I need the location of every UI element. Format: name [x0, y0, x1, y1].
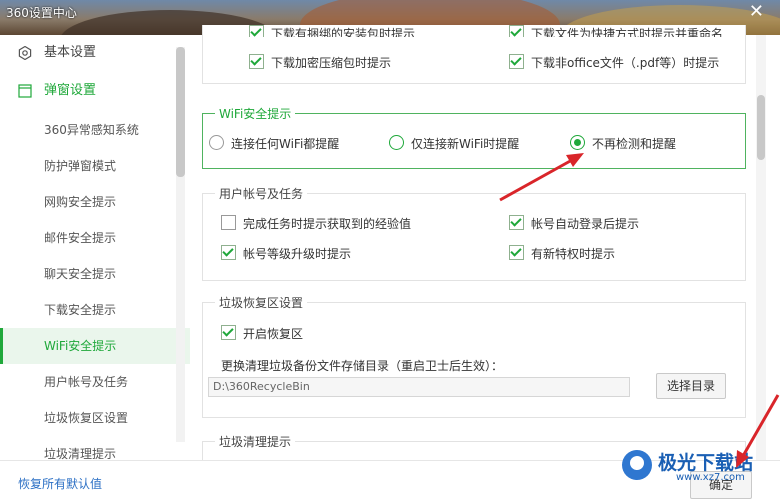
- gear-icon: [18, 46, 32, 60]
- main-scrollbar[interactable]: [756, 35, 766, 460]
- section-title: WiFi安全提示: [215, 105, 296, 122]
- sidebar-item-shopping-security[interactable]: 网购安全提示: [0, 184, 220, 220]
- sidebar-item-label: 聊天安全提示: [44, 267, 117, 281]
- sidebar-item-label: 垃圾清理提示: [44, 447, 117, 460]
- radio-circle[interactable]: [389, 135, 404, 150]
- sidebar-item-label: WiFi安全提示: [44, 339, 117, 353]
- watermark-logo-icon: [622, 450, 652, 480]
- watermark: 极光下载站 www.xz7.com: [618, 446, 778, 486]
- settings-panel: 下载有捆绑的安装包时提示 下载文件为快捷方式时提示并重命名 下载加密压缩包时提示…: [190, 25, 780, 473]
- checkbox-box[interactable]: [249, 54, 264, 69]
- checkbox-label: 有新特权时提示: [531, 247, 616, 261]
- sidebar-scrollbar[interactable]: [176, 47, 185, 442]
- checkbox-box[interactable]: [221, 325, 236, 340]
- sidebar-item-basic-settings[interactable]: 基本设置: [0, 35, 220, 71]
- sidebar-item-label: 垃圾恢复区设置: [44, 411, 129, 425]
- checkbox-box[interactable]: [509, 25, 524, 37]
- sidebar-item-cleanup-tips[interactable]: 垃圾清理提示: [0, 436, 220, 460]
- radio-no-detect[interactable]: 不再检测和提醒: [570, 135, 676, 152]
- checkbox-bundled-installer[interactable]: 下载有捆绑的安装包时提示: [249, 25, 415, 37]
- radio-label: 连接任何WiFi都提醒: [231, 137, 340, 151]
- checkbox-shortcut-rename[interactable]: 下载文件为快捷方式时提示并重命名: [509, 25, 723, 37]
- checkbox-enable-recycle[interactable]: 开启恢复区: [221, 325, 303, 342]
- watermark-url: www.xz7.com: [676, 472, 745, 483]
- checkbox-box[interactable]: [509, 245, 524, 260]
- checkbox-label: 开启恢复区: [243, 327, 304, 341]
- sidebar-item-mail-security[interactable]: 邮件安全提示: [0, 220, 220, 256]
- radio-circle[interactable]: [209, 135, 224, 150]
- window-title: 360设置中心: [6, 6, 77, 20]
- radio-remind-new-wifi[interactable]: 仅连接新WiFi时提醒: [389, 135, 519, 152]
- checkbox-box[interactable]: [249, 25, 264, 37]
- checkbox-label: 下载文件为快捷方式时提示并重命名: [531, 27, 724, 37]
- section-title: 用户帐号及任务: [215, 185, 308, 202]
- checkbox-box[interactable]: [221, 215, 236, 230]
- account-tasks-section: 用户帐号及任务 完成任务时提示获取到的经验值 帐号自动登录后提示 帐号等级升级时…: [202, 185, 746, 281]
- watermark-text: 极光下载站: [658, 452, 754, 474]
- radio-remind-any-wifi[interactable]: 连接任何WiFi都提醒: [209, 135, 339, 152]
- sidebar-item-label: 360异常感知系统: [44, 123, 139, 137]
- checkbox-box[interactable]: [509, 54, 524, 69]
- sidebar-item-download-security[interactable]: 下载安全提示: [0, 292, 220, 328]
- checkbox-label: 帐号等级升级时提示: [243, 247, 352, 261]
- checkbox-label: 下载非office文件（.pdf等）时提示: [531, 56, 720, 70]
- radio-circle[interactable]: [570, 135, 585, 150]
- checkbox-label: 完成任务时提示获取到的经验值: [243, 217, 412, 231]
- main-scrollbar-thumb[interactable]: [757, 95, 765, 160]
- sidebar-item-label: 防护弹窗模式: [44, 159, 117, 173]
- checkbox-non-office-file[interactable]: 下载非office文件（.pdf等）时提示: [509, 54, 719, 71]
- sidebar-item-popup-settings[interactable]: 弹窗设置: [0, 73, 220, 109]
- sidebar-item-popup-mode[interactable]: 防护弹窗模式: [0, 148, 220, 184]
- checkbox-box[interactable]: [221, 245, 236, 260]
- checkbox-encrypted-archive[interactable]: 下载加密压缩包时提示: [249, 54, 391, 71]
- sidebar-item-anomaly-system[interactable]: 360异常感知系统: [0, 112, 220, 148]
- sidebar: 基本设置 弹窗设置 360异常感知系统 防护弹窗模式 网购安全提示 邮件安全提示…: [0, 35, 220, 460]
- sidebar-item-chat-security[interactable]: 聊天安全提示: [0, 256, 220, 292]
- recycle-settings-section: 垃圾恢复区设置 开启恢复区 更换清理垃圾备份文件存储目录（重启卫士后生效）：: [202, 294, 746, 418]
- section-title: 垃圾恢复区设置: [215, 294, 308, 311]
- checkbox-label: 帐号自动登录后提示: [531, 217, 640, 231]
- download-security-section: 下载有捆绑的安装包时提示 下载文件为快捷方式时提示并重命名 下载加密压缩包时提示…: [202, 25, 746, 84]
- sidebar-item-label: 网购安全提示: [44, 195, 117, 209]
- popup-window-icon: [18, 84, 32, 98]
- recycle-dir-input[interactable]: D:\360RecycleBin: [208, 377, 630, 397]
- sidebar-item-label: 弹窗设置: [44, 83, 97, 98]
- sidebar-item-label: 邮件安全提示: [44, 231, 117, 245]
- close-icon[interactable]: ✕: [749, 1, 764, 22]
- sidebar-item-account-tasks[interactable]: 用户帐号及任务: [0, 364, 220, 400]
- wifi-security-section: WiFi安全提示 连接任何WiFi都提醒 仅连接新WiFi时提醒 不再检测和提醒: [202, 105, 746, 169]
- sidebar-item-label: 基本设置: [44, 45, 97, 60]
- sidebar-item-recycle-settings[interactable]: 垃圾恢复区设置: [0, 400, 220, 436]
- sidebar-item-wifi-security[interactable]: WiFi安全提示: [0, 328, 220, 364]
- sidebar-item-label: 下载安全提示: [44, 303, 117, 317]
- sidebar-item-label: 用户帐号及任务: [44, 375, 129, 389]
- sidebar-scrollbar-thumb[interactable]: [176, 47, 185, 177]
- checkbox-label: 下载加密压缩包时提示: [271, 56, 392, 70]
- restore-defaults-link[interactable]: 恢复所有默认值: [18, 475, 102, 492]
- choose-directory-button[interactable]: 选择目录: [656, 373, 726, 399]
- recycle-dir-label: 更换清理垃圾备份文件存储目录（重启卫士后生效）：: [221, 359, 504, 373]
- checkbox-label: 下载有捆绑的安装包时提示: [271, 27, 416, 37]
- radio-label: 仅连接新WiFi时提醒: [411, 137, 520, 151]
- checkbox-new-privilege[interactable]: 有新特权时提示: [509, 245, 615, 262]
- radio-label: 不再检测和提醒: [592, 137, 677, 151]
- checkbox-box[interactable]: [509, 215, 524, 230]
- checkbox-task-exp[interactable]: 完成任务时提示获取到的经验值: [221, 215, 411, 232]
- checkbox-level-up[interactable]: 帐号等级升级时提示: [221, 245, 351, 262]
- checkbox-auto-login[interactable]: 帐号自动登录后提示: [509, 215, 639, 232]
- section-title: 垃圾清理提示: [215, 433, 296, 450]
